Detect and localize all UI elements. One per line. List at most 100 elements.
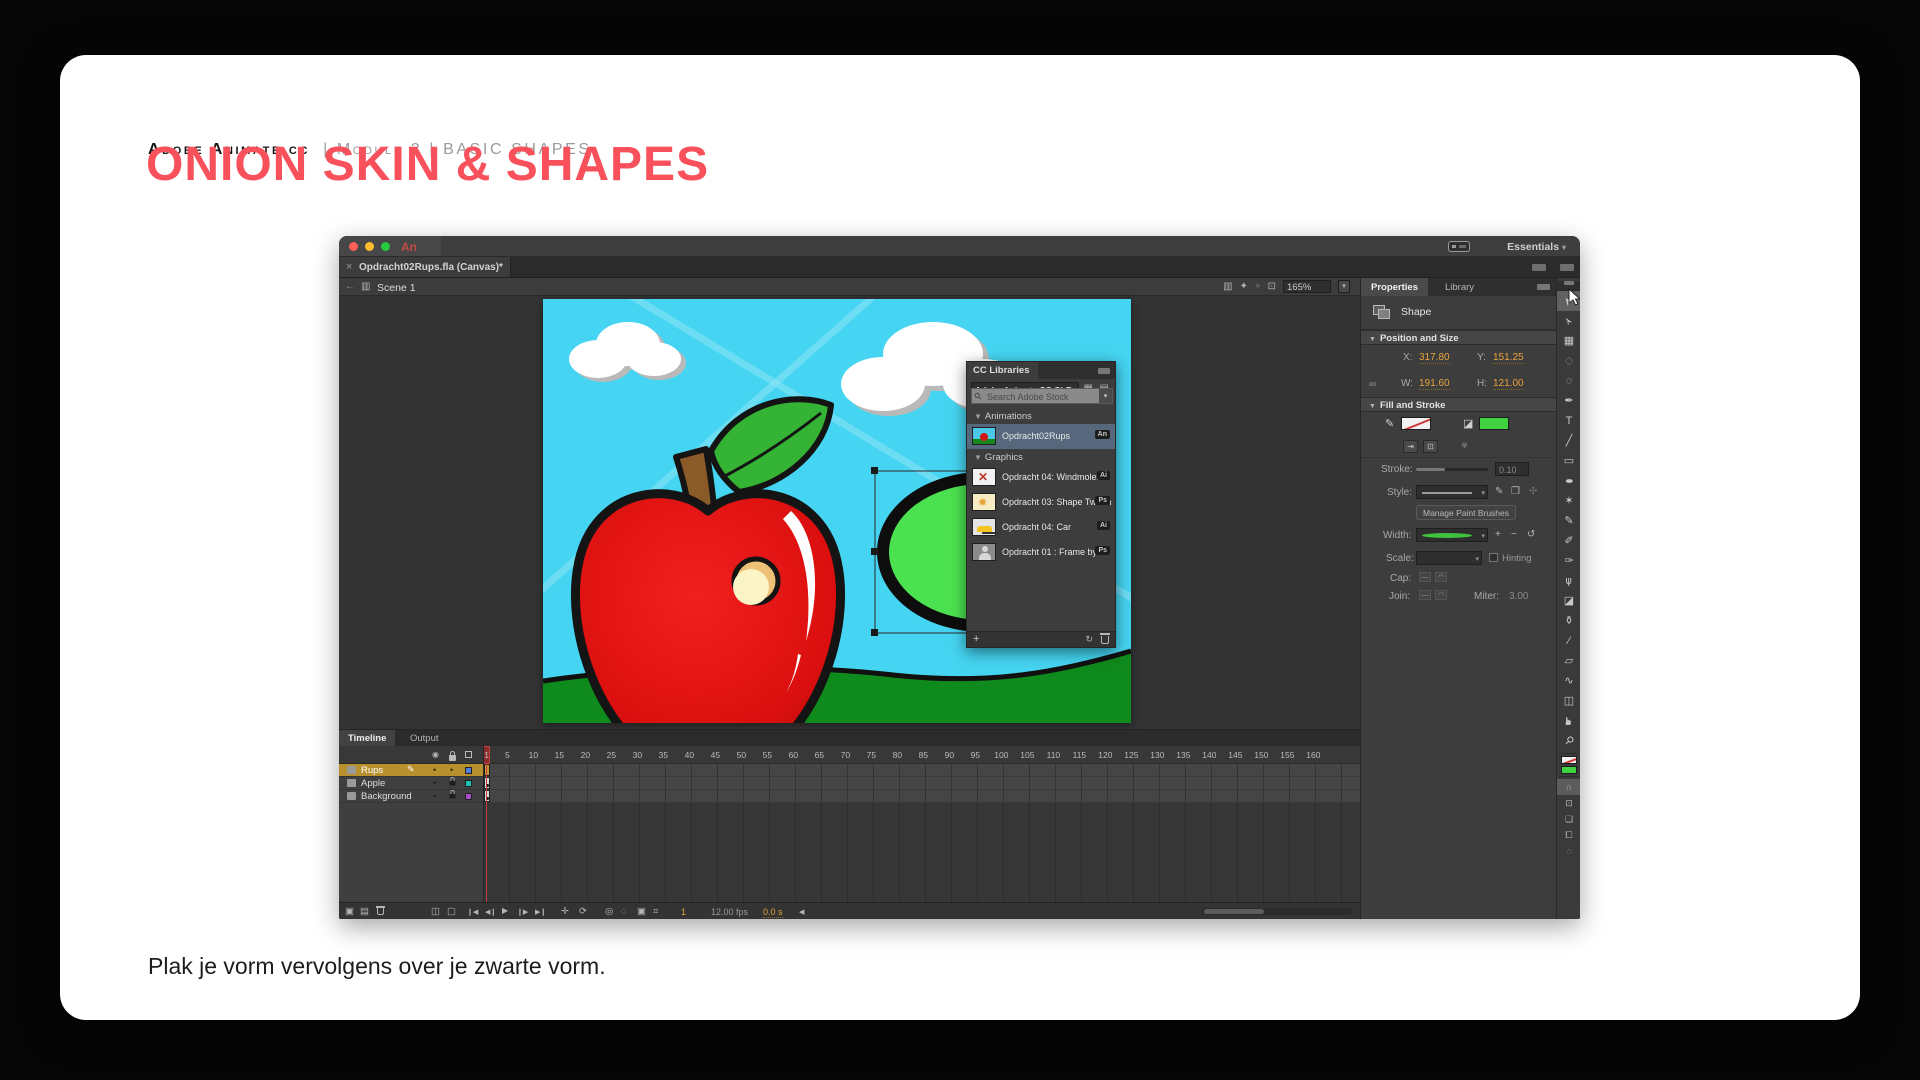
tab-output[interactable]: Output <box>401 730 448 746</box>
layer-lock-icon[interactable] <box>449 777 456 786</box>
free-transform-tool[interactable]: ▦ <box>1557 331 1580 351</box>
hinting-checkbox[interactable] <box>1489 553 1498 562</box>
keyframe-cell[interactable] <box>484 777 490 789</box>
toolbar-stroke-color-swatch[interactable] <box>1560 756 1577 764</box>
layer-visibility-dot[interactable]: • <box>433 765 436 775</box>
oval-tool[interactable]: ● <box>1557 471 1580 491</box>
frame-track-rups[interactable] <box>484 764 1360 777</box>
library-item[interactable]: Opdracht 03: Shape TweenPs <box>967 490 1115 515</box>
edit-scene-icon[interactable]: ▥ <box>1223 281 1232 292</box>
asset-warp-tool[interactable]: ∿ <box>1557 671 1580 691</box>
paint-bucket-tool[interactable]: ◪ <box>1557 591 1580 611</box>
step-back-button[interactable]: ◀❙ <box>485 908 496 916</box>
edit-stroke-style-icon[interactable]: ✎ <box>1495 486 1503 497</box>
tab-library[interactable]: Library <box>1435 278 1484 296</box>
stroke-style-select[interactable]: ▾ <box>1416 485 1488 499</box>
new-layer-button[interactable]: ▣ <box>345 906 354 917</box>
zoom-dropdown-icon[interactable]: ▾ <box>1338 280 1350 293</box>
layer-outline-color-swatch[interactable] <box>465 793 472 800</box>
art-brush-tool[interactable]: ✐ <box>1557 531 1580 551</box>
width-profile-select[interactable]: ▾ <box>1416 528 1488 542</box>
delete-library-item-button[interactable] <box>1100 633 1110 644</box>
workspace-switcher[interactable]: Essentials ▾ <box>1507 241 1566 253</box>
frame-track-apple[interactable] <box>484 777 1360 790</box>
section-fill-stroke[interactable]: ▼ Fill and Stroke <box>1361 397 1556 412</box>
tool-option[interactable]: ❏ <box>1557 811 1580 827</box>
stroke-scale-option-icon[interactable]: ⊡ <box>1423 440 1438 453</box>
h-value[interactable]: 121.00 <box>1493 378 1524 390</box>
back-arrow-icon[interactable]: ← <box>345 281 355 292</box>
fill-color-swatch[interactable] <box>1479 417 1509 430</box>
layer-visibility-dot[interactable]: • <box>433 778 436 788</box>
link-dimensions-icon[interactable]: ∞ <box>1369 379 1376 390</box>
add-width-profile-icon[interactable]: + <box>1495 529 1501 540</box>
lock-all-icon[interactable] <box>449 751 456 761</box>
library-item[interactable]: Opdracht 04: WindmolenAi <box>967 465 1115 490</box>
object-drawing-option-icon[interactable]: ⇥ <box>1403 440 1418 453</box>
eraser-tool[interactable]: ▱ <box>1557 651 1580 671</box>
layer-visibility-dot[interactable]: • <box>433 791 436 801</box>
go-to-last-frame-button[interactable]: ▶❙ <box>535 908 546 916</box>
paint-brush-options-icon[interactable]: ✣ <box>1529 486 1537 497</box>
subselection-tool[interactable]: ➢ <box>1557 311 1580 331</box>
paint-brush-tool[interactable]: ✑ <box>1557 551 1580 571</box>
lasso-tool[interactable]: ◌ <box>1557 371 1580 391</box>
object-drawing-toggle[interactable]: ⊡ <box>1557 795 1580 811</box>
pencil-tool[interactable]: ✎ <box>1557 511 1580 531</box>
tool-option[interactable]: ⧠ <box>1557 827 1580 843</box>
outline-all-icon[interactable] <box>465 751 472 758</box>
keyframe-cell[interactable] <box>484 790 490 802</box>
layer-row-rups[interactable]: Rups ✎ • • <box>339 764 483 777</box>
maximize-window-button[interactable] <box>381 242 390 251</box>
layer-name[interactable]: Background <box>361 791 412 802</box>
layer-lock-icon[interactable] <box>449 790 456 799</box>
show-hide-all-icon[interactable]: ◉ <box>432 750 439 759</box>
playhead[interactable] <box>486 764 487 902</box>
line-tool[interactable]: ╱ <box>1557 431 1580 451</box>
library-section-animations[interactable]: ▼ Animations <box>967 408 1115 424</box>
y-value[interactable]: 151.25 <box>1493 352 1524 364</box>
polystar-tool[interactable]: ✶ <box>1557 491 1580 511</box>
eyedropper-tool[interactable]: ∕ <box>1557 631 1580 651</box>
layer-outline-color-swatch[interactable] <box>465 767 472 774</box>
stage-zoom-select[interactable]: 165% <box>1283 280 1331 293</box>
new-folder-button[interactable]: ▤ <box>360 906 369 917</box>
tab-properties[interactable]: Properties <box>1361 278 1428 296</box>
layer-row-apple[interactable]: Apple • <box>339 777 483 790</box>
search-dropdown-icon[interactable]: ▾ <box>1099 389 1112 403</box>
sync-status-icon[interactable]: ↻ <box>1085 634 1093 645</box>
text-tool[interactable]: T <box>1557 411 1580 431</box>
scale-select[interactable]: ▾ <box>1416 551 1482 565</box>
library-item[interactable]: Opdracht 04: Car Ai <box>967 515 1115 540</box>
edit-symbols-icon[interactable]: ✦ <box>1240 281 1248 292</box>
center-frame-button[interactable]: ✛ <box>561 906 569 917</box>
stroke-color-swatch[interactable] <box>1401 417 1431 430</box>
workspace-layout-icon[interactable] <box>1448 241 1470 252</box>
scroll-left-icon[interactable]: ◀ <box>799 908 804 916</box>
stroke-size-field[interactable]: 0.10 <box>1495 462 1529 476</box>
document-tab[interactable]: × Opdracht02Rups.fla (Canvas)* <box>339 257 511 277</box>
panel-menu-icon[interactable] <box>1098 368 1110 374</box>
x-value[interactable]: 317.80 <box>1419 352 1450 364</box>
adobe-stock-search[interactable]: ⚲ Search Adobe Stock ▾ <box>971 388 1113 404</box>
join-miter-button[interactable]: — <box>1419 590 1431 600</box>
fps-indicator[interactable]: 12.00 fps <box>711 907 748 917</box>
rectangle-tool[interactable]: ▭ <box>1557 451 1580 471</box>
hand-tool[interactable]: ☛ <box>1557 711 1580 731</box>
delete-layer-button[interactable] <box>376 906 385 915</box>
camera-tool[interactable]: ◫ <box>1557 691 1580 711</box>
panel-menu-icon[interactable] <box>1537 284 1550 290</box>
loop-button[interactable]: ⟳ <box>579 906 587 917</box>
toolbar-fill-color-swatch[interactable] <box>1560 766 1577 774</box>
brush-option-icon[interactable]: ✾ <box>1457 440 1472 453</box>
layer-outline-color-swatch[interactable] <box>465 780 472 787</box>
cap-none-button[interactable]: — <box>1419 572 1431 582</box>
w-value[interactable]: 191.60 <box>1419 378 1450 390</box>
onion-skin-outlines-button[interactable]: ◌ <box>621 906 627 917</box>
library-item[interactable]: Opdracht02Rups An <box>967 424 1115 449</box>
ink-bottle-tool[interactable]: ⚱ <box>1557 611 1580 631</box>
gradient-transform-tool[interactable]: ◇ <box>1557 351 1580 371</box>
brush-library-icon[interactable]: ❐ <box>1511 486 1520 497</box>
step-forward-button[interactable]: ❙▶ <box>517 908 528 916</box>
outline-toggle[interactable]: ▢ <box>447 906 456 917</box>
